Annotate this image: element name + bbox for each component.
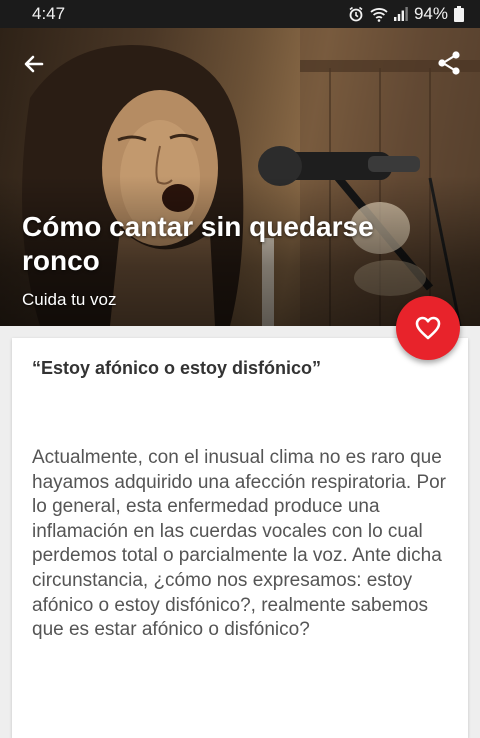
article-card: “Estoy afónico o estoy disfónico” Actual… [12,338,468,738]
signal-icon [393,7,408,21]
battery-icon [454,6,464,22]
status-icons: 94% [348,4,464,24]
share-button[interactable] [432,46,466,80]
article-category: Cuida tu voz [22,290,117,309]
wifi-icon [370,7,388,22]
favorite-button[interactable] [396,296,460,360]
alarm-icon [348,6,364,22]
heart-outline-icon [415,316,441,340]
article-title: Cómo cantar sin quedarse ronco [22,211,374,276]
arrow-left-icon [24,55,44,73]
status-bar: 4:47 94% [0,0,480,28]
share-icon [438,51,460,75]
article-quote: “Estoy afónico o estoy disfónico” [32,358,322,378]
battery-percent: 94% [413,4,448,23]
article-body: Actualmente, con el inusual clima no es … [32,447,447,641]
hero-banner: Cómo cantar sin quedarse ronco Cuida tu … [0,28,480,326]
status-time: 4:47 [32,4,66,23]
back-button[interactable] [18,48,50,80]
